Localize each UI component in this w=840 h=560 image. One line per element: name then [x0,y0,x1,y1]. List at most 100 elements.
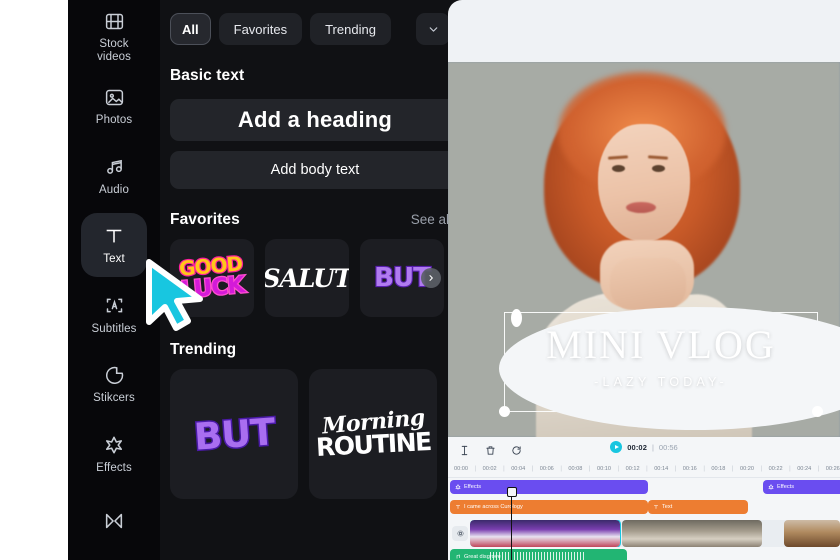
ruler-minor-tick: | [474,466,477,472]
subtitles-icon [104,293,125,319]
effects-clip[interactable]: Effects [763,480,840,494]
filter-chip-favorites[interactable]: Favorites [218,13,303,45]
ruler-minor-tick: | [817,466,820,472]
chevron-right-icon[interactable] [421,268,441,288]
ruler-tick: 00:10 [597,466,611,472]
ruler-tick: 00:04 [511,466,526,472]
sidebar-item-stickers[interactable]: Stikcers [81,352,147,417]
video-editor-app: Stock videos Photos Audio Text Subtitles… [0,0,840,560]
clip-label: Effects [777,484,794,490]
morning-routine-art: Morning ROUTINE [314,404,432,462]
ruler-minor-tick: | [588,466,591,472]
ruler-minor-tick: | [674,466,677,472]
see-all-link[interactable]: See all [411,212,452,227]
resize-handle-bottom-right[interactable] [812,406,823,417]
text-t-icon [103,223,125,249]
sidebar-item-subtitles[interactable]: Subtitles [81,282,147,347]
sidebar-item-label: Subtitles [91,322,137,335]
salut-art: SALUT [265,263,349,293]
video-clip[interactable] [470,520,621,547]
sidebar-item-photos[interactable]: Photos [81,74,147,139]
favorites-row: GOOD LUCK SALUT BUT [160,229,470,317]
overlay-title: MINI VLOG [546,322,776,367]
ruler-tick: 00:08 [568,466,583,472]
sidebar-item-label: Photos [95,114,133,127]
visibility-icon[interactable] [452,526,468,541]
video-preview[interactable]: MINI VLOG -LAZY TODAY- [448,62,840,437]
clip-label: I came across Curology [464,504,523,510]
current-time: 00:02 [627,442,647,452]
add-body-text-button[interactable]: Add body text [170,151,460,189]
ruler-minor-tick: | [760,466,763,472]
but-trending-art: BUT [191,408,277,460]
ruler-minor-tick: | [731,466,734,472]
music-note-icon [104,154,125,180]
text-panel: All Favorites Trending Basic text Add a … [160,0,470,560]
left-sidebar: Stock videos Photos Audio Text Subtitles… [68,0,160,560]
ruler-minor-tick: | [560,466,562,472]
sidebar-item-label: Effects [96,461,132,474]
trending-row: BUT Morning ROUTINE [160,359,470,499]
ruler-minor-tick: | [703,466,705,472]
editor-area: MINI VLOG -LAZY TODAY- 00:02 | 00:56 00:… [448,0,840,560]
ruler-tick: 00:16 [682,466,697,472]
clip-label: Text [662,504,673,510]
sidebar-item-transitions[interactable] [81,491,147,556]
effects-clip[interactable]: Effects [450,480,648,494]
timeline-toolbar: 00:02 | 00:56 [448,437,840,463]
filter-chip-all[interactable]: All [170,13,211,45]
ruler-tick: 00:14 [654,466,669,472]
film-icon [104,8,125,34]
player-controls: 00:02 | 00:56 [448,441,840,453]
ruler-tick: 00:20 [740,466,754,472]
sidebar-item-effects[interactable]: Effects [81,421,147,486]
timeline-tracks: Effects Effects I came across Curology Tex… [448,480,840,560]
playhead[interactable] [505,487,520,560]
ruler-minor-tick: | [531,466,534,472]
video-clip[interactable] [622,520,762,547]
text-track: I came across Curology Text [448,500,840,518]
text-overlay-selection[interactable]: MINI VLOG -LAZY TODAY- [499,307,840,430]
audio-waveform [490,552,585,560]
ruler-tick: 00:02 [482,466,497,472]
transitions-icon [103,508,125,534]
sidebar-item-label: Stock videos [97,38,131,64]
favorites-header: Favorites See all [160,211,470,229]
ruler-tick: 00:06 [539,466,554,472]
sidebar-item-text[interactable]: Text [81,212,147,277]
audio-clip[interactable]: Great disgrove [450,549,627,560]
ruler-tick: 00:12 [625,466,640,472]
basic-text-title: Basic text [170,67,245,84]
filter-chip-trending[interactable]: Trending [310,13,391,45]
add-heading-button[interactable]: Add a heading [170,99,460,141]
sidebar-item-label: Stikcers [93,392,135,405]
favorites-title: Favorites [170,211,240,228]
sidebar-item-audio[interactable]: Audio [81,143,147,208]
video-clip[interactable] [784,520,840,547]
timeline-ruler[interactable]: 00:00 | 00:02 | 00:04 | 00:06 | 00:08 | 00:10 | 00:1… [448,463,840,478]
text-clip[interactable]: Text [648,500,748,514]
video-track [448,520,840,547]
text-style-card[interactable]: GOOD LUCK [170,239,254,317]
timeline: 00:02 | 00:56 00:00 | 00:02 | 00:04 | 00:06 | 00… [448,437,840,560]
ruler-minor-tick: | [646,466,648,472]
sidebar-item-label: Text [103,253,125,266]
sticker-icon [104,362,125,388]
overlay-subtitle: -LAZY TODAY- [594,375,728,389]
time-separator: | [651,442,654,452]
text-style-card[interactable]: Morning ROUTINE [309,369,437,499]
chevron-down-icon[interactable] [416,13,450,45]
play-icon[interactable] [610,441,623,453]
audio-track: Great disgrove [448,549,840,560]
sidebar-item-stock-videos[interactable]: Stock videos [81,4,147,69]
goodluck-art: GOOD LUCK [177,250,246,305]
ruler-tick: 00:18 [711,466,726,472]
text-style-card[interactable]: SALUT [265,239,349,317]
ruler-tick: 00:00 [454,466,468,472]
text-clip[interactable]: I came across Curology [450,500,648,514]
video-clips[interactable] [470,520,840,547]
ruler-tick: 00:24 [797,466,812,472]
text-style-card[interactable]: BUT [170,369,298,499]
image-icon [104,84,125,110]
resize-handle-bottom-left[interactable] [499,406,510,417]
